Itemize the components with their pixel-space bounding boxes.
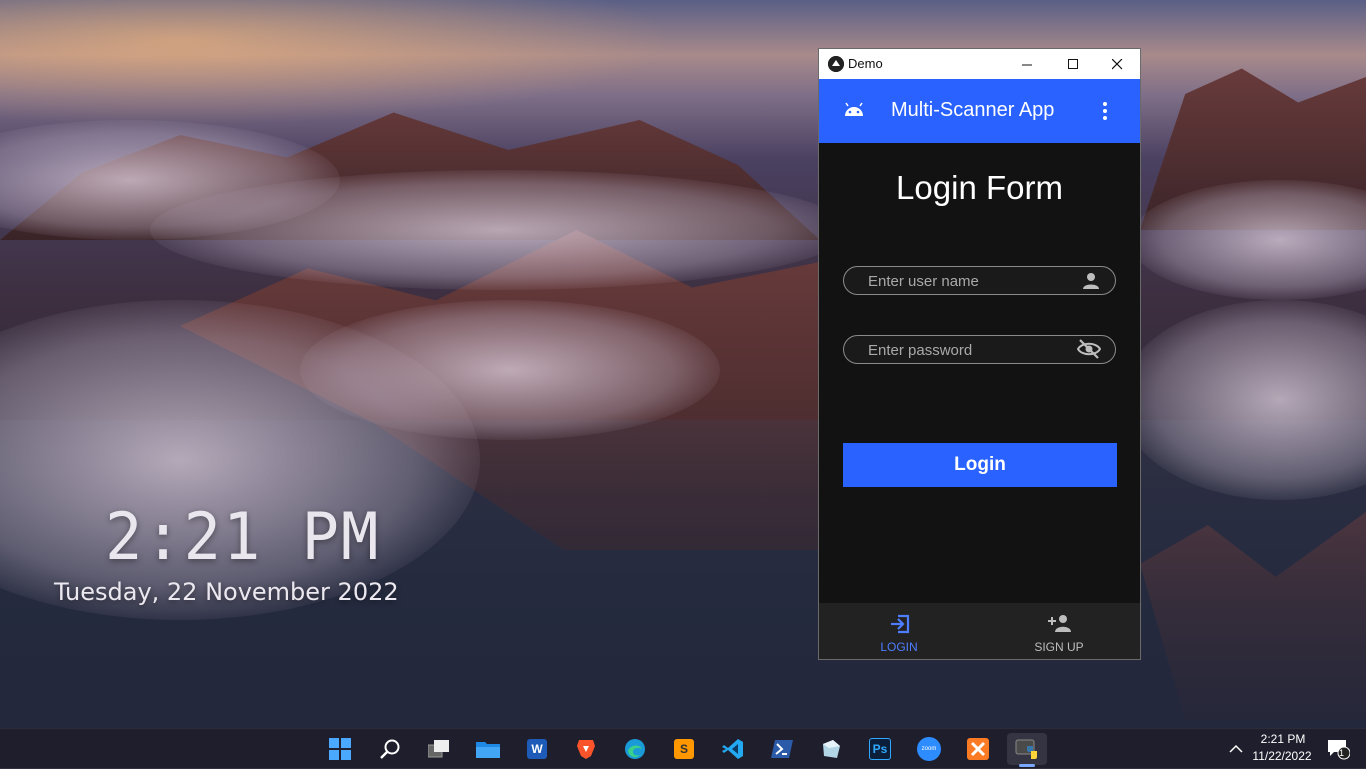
close-button[interactable]: [1094, 49, 1140, 79]
desktop-clock-time: 2:21 PM: [105, 498, 381, 575]
username-field[interactable]: [843, 266, 1116, 295]
notification-count: 1: [1339, 748, 1345, 758]
taskbar-edge[interactable]: [615, 733, 655, 765]
username-input[interactable]: [866, 270, 1080, 293]
notification-icon: [1328, 740, 1350, 760]
vscode-icon: [722, 739, 743, 759]
windows-start-icon: [329, 738, 351, 760]
minimize-button[interactable]: [1004, 49, 1050, 79]
tray-date[interactable]: 11/22/2022: [1246, 749, 1318, 763]
taskbar-task-view[interactable]: [419, 733, 459, 765]
window-title: Demo: [848, 56, 883, 71]
cube-icon: [823, 740, 840, 758]
taskbar-sublime-text[interactable]: S: [664, 733, 704, 765]
cloud: [300, 300, 720, 440]
more-vert-icon[interactable]: [1097, 100, 1113, 122]
form-title: Login Form: [896, 169, 1063, 206]
chevron-up-icon: [1229, 744, 1243, 753]
nav-label-login: LOGIN: [880, 640, 918, 654]
photoshop-icon: Ps: [869, 738, 891, 760]
powershell-icon: [771, 740, 793, 758]
taskbar: W S Ps zoom 2:21 PM 11/22/2022 1: [0, 728, 1366, 769]
close-icon: [1111, 58, 1122, 69]
python-icon: [1015, 739, 1037, 759]
word-icon: W: [527, 739, 547, 759]
taskbar-xampp[interactable]: [958, 733, 998, 765]
nav-item-signup[interactable]: SIGN UP: [979, 603, 1139, 659]
window-titlebar[interactable]: Demo: [819, 49, 1140, 79]
password-field[interactable]: [843, 335, 1116, 364]
taskbar-python[interactable]: [1007, 733, 1047, 767]
edge-icon: [625, 739, 645, 759]
desktop-clock-date: Tuesday, 22 November 2022: [54, 578, 399, 606]
folder-icon: [476, 742, 500, 758]
maximize-button[interactable]: [1050, 49, 1096, 79]
notification-center-button[interactable]: 1: [1318, 733, 1358, 765]
search-icon: [380, 739, 400, 759]
xampp-icon: [967, 738, 989, 760]
taskbar-app[interactable]: [811, 733, 851, 765]
taskbar-zoom[interactable]: zoom: [909, 733, 949, 765]
active-indicator: [1019, 764, 1035, 767]
person-add-icon: [1047, 613, 1073, 639]
taskbar-powershell[interactable]: [762, 733, 802, 765]
android-icon[interactable]: [843, 100, 865, 124]
taskbar-photoshop[interactable]: Ps: [860, 733, 900, 765]
nav-item-login[interactable]: LOGIN: [819, 603, 979, 659]
login-icon: [889, 613, 911, 639]
login-form: Login Form Login: [819, 143, 1140, 603]
app-toolbar: Multi-Scanner App: [819, 79, 1140, 143]
bottom-navigation: LOGIN SIGN UP: [819, 603, 1140, 659]
maximize-icon: [1067, 58, 1078, 69]
taskbar-vscode[interactable]: [713, 733, 753, 765]
cloud: [150, 170, 850, 290]
taskbar-word[interactable]: W: [517, 733, 557, 765]
minimize-icon: [1021, 64, 1032, 65]
sublime-icon: S: [674, 739, 694, 759]
app-window: Demo Multi-Scanner App Login Form Enter …: [818, 48, 1141, 660]
nav-label-signup: SIGN UP: [1034, 640, 1084, 654]
task-view-icon: [428, 740, 449, 758]
login-button[interactable]: Login: [843, 443, 1117, 487]
taskbar-brave[interactable]: [566, 733, 606, 765]
brave-icon: [577, 740, 595, 759]
person-icon: [1081, 271, 1101, 295]
toolbar-title: Multi-Scanner App: [891, 99, 1055, 121]
zoom-icon: zoom: [917, 737, 941, 761]
visibility-off-icon[interactable]: [1076, 339, 1102, 363]
tray-time[interactable]: 2:21 PM: [1248, 732, 1318, 746]
taskbar-file-explorer[interactable]: [468, 733, 508, 765]
password-input[interactable]: [866, 339, 1080, 362]
taskbar-search[interactable]: [370, 733, 410, 765]
taskbar-start[interactable]: [320, 733, 360, 765]
kivy-app-icon: [828, 56, 844, 72]
desktop-wallpaper: 2:21 PM Tuesday, 22 November 2022: [0, 0, 1366, 768]
